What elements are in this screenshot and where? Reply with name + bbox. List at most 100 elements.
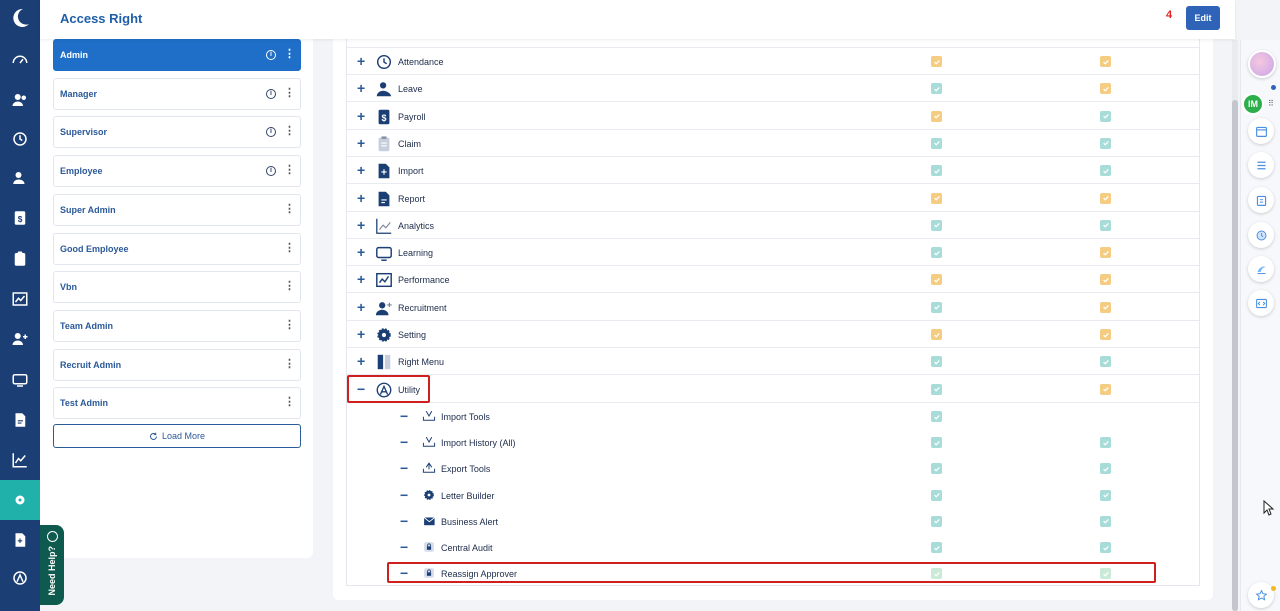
edit-checkbox[interactable] — [1100, 515, 1111, 527]
import-icon[interactable] — [8, 528, 32, 552]
edit-checkbox[interactable] — [1100, 463, 1111, 475]
view-checkbox[interactable] — [931, 137, 942, 149]
edit-checkbox[interactable] — [1100, 356, 1111, 368]
clock-icon[interactable] — [1248, 222, 1274, 248]
view-checkbox[interactable] — [931, 437, 942, 449]
code-icon[interactable] — [1248, 290, 1274, 316]
view-checkbox[interactable] — [931, 542, 942, 553]
view-checkbox[interactable] — [931, 489, 942, 501]
edit-checkbox[interactable] — [1100, 247, 1111, 259]
more-options-icon[interactable]: ⋮ — [284, 279, 295, 292]
collapse-icon[interactable]: − — [400, 514, 408, 528]
more-options-icon[interactable]: ⋮ — [284, 163, 295, 176]
expand-icon[interactable]: + — [357, 327, 365, 341]
edit-checkbox[interactable] — [1100, 437, 1111, 449]
role-item[interactable]: Test Admin ⋮ — [53, 387, 301, 420]
collapse-icon[interactable]: − — [400, 461, 408, 475]
analytics-icon[interactable] — [8, 448, 32, 472]
collapse-icon[interactable]: − — [357, 382, 365, 396]
expand-icon[interactable]: + — [357, 136, 365, 150]
learning-icon[interactable] — [8, 368, 32, 392]
setting-icon[interactable] — [8, 488, 32, 512]
leave-icon[interactable] — [8, 166, 32, 190]
edit-checkbox[interactable] — [1100, 329, 1111, 340]
edit-checkbox[interactable] — [1100, 383, 1111, 395]
chart-icon[interactable] — [8, 287, 32, 311]
role-item[interactable]: Supervisor i ⋮ — [53, 116, 301, 149]
moon-logo-icon[interactable] — [8, 6, 32, 30]
expand-icon[interactable]: + — [357, 245, 365, 259]
people-icon[interactable] — [8, 88, 32, 112]
page-scrollbar[interactable] — [1232, 40, 1238, 611]
role-item[interactable]: Vbn ⋮ — [53, 271, 301, 304]
view-checkbox[interactable] — [931, 192, 942, 204]
more-options-icon[interactable]: ⋮ — [284, 86, 295, 99]
clipboard-icon[interactable] — [1248, 187, 1274, 213]
edit-checkbox[interactable] — [1100, 568, 1111, 580]
drag-handle-icon[interactable]: ⠿ — [1268, 99, 1274, 108]
more-options-icon[interactable]: ⋮ — [284, 202, 295, 215]
info-icon[interactable]: i — [266, 50, 276, 60]
edit-checkbox[interactable] — [1100, 219, 1111, 231]
more-options-icon[interactable]: ⋮ — [284, 395, 295, 408]
claim-icon[interactable] — [8, 247, 32, 271]
list-icon[interactable] — [1248, 152, 1274, 178]
info-icon[interactable]: i — [266, 166, 276, 177]
view-checkbox[interactable] — [931, 329, 942, 340]
view-checkbox[interactable] — [931, 56, 942, 67]
view-checkbox[interactable] — [931, 301, 942, 313]
load-more-button[interactable]: Load More — [53, 424, 301, 448]
notification-badge[interactable]: 4 — [1166, 9, 1172, 21]
role-item[interactable]: Super Admin ⋮ — [53, 193, 301, 226]
more-options-icon[interactable]: ⋮ — [284, 318, 295, 331]
collapse-icon[interactable]: − — [400, 566, 408, 580]
edit-checkbox[interactable] — [1100, 56, 1111, 67]
expand-icon[interactable]: + — [357, 109, 365, 123]
role-item[interactable]: Good Employee ⋮ — [53, 232, 301, 265]
dashboard-icon[interactable] — [8, 48, 32, 72]
expand-icon[interactable]: + — [357, 354, 365, 368]
view-checkbox[interactable] — [931, 568, 942, 580]
expand-icon[interactable]: + — [357, 218, 365, 232]
expand-icon[interactable]: + — [357, 54, 365, 68]
im-chat-button[interactable]: IM — [1242, 93, 1264, 115]
avatar[interactable] — [1248, 50, 1276, 78]
utility-icon[interactable] — [8, 566, 32, 590]
role-item[interactable]: Recruit Admin ⋮ — [53, 348, 301, 381]
role-item[interactable]: Manager i ⋮ — [53, 77, 301, 110]
collapse-icon[interactable]: − — [400, 435, 408, 449]
more-options-icon[interactable]: ⋮ — [284, 124, 295, 137]
clock-icon[interactable] — [8, 127, 32, 151]
view-checkbox[interactable] — [931, 165, 942, 177]
more-options-icon[interactable]: ⋮ — [284, 241, 295, 254]
role-item[interactable]: Employee i ⋮ — [53, 155, 301, 188]
view-checkbox[interactable] — [931, 110, 942, 122]
star-icon[interactable] — [1248, 582, 1274, 608]
expand-icon[interactable]: + — [357, 191, 365, 205]
collapse-icon[interactable]: − — [400, 409, 408, 423]
edit-checkbox[interactable] — [1100, 137, 1111, 149]
edit-checkbox[interactable] — [1100, 489, 1111, 501]
edit-checkbox[interactable] — [1100, 301, 1111, 313]
expand-icon[interactable]: + — [357, 300, 365, 314]
role-item[interactable]: Team Admin ⋮ — [53, 309, 301, 342]
view-checkbox[interactable] — [931, 247, 942, 259]
expand-icon[interactable]: + — [357, 81, 365, 95]
edit-checkbox[interactable] — [1100, 110, 1111, 122]
expand-icon[interactable]: + — [357, 272, 365, 286]
edit-checkbox[interactable] — [1100, 192, 1111, 204]
view-checkbox[interactable] — [931, 356, 942, 368]
calendar-icon[interactable] — [1248, 118, 1274, 144]
view-checkbox[interactable] — [931, 83, 942, 95]
view-checkbox[interactable] — [931, 411, 942, 422]
info-icon[interactable]: i — [266, 88, 276, 99]
role-item[interactable]: Admin i ⋮ — [53, 39, 301, 71]
feedback-icon[interactable] — [1248, 256, 1274, 282]
info-icon[interactable]: i — [266, 127, 276, 138]
edit-button[interactable]: Edit — [1186, 6, 1220, 30]
add-user-icon[interactable] — [8, 327, 32, 351]
more-options-icon[interactable]: ⋮ — [284, 47, 295, 60]
view-checkbox[interactable] — [931, 383, 942, 395]
view-checkbox[interactable] — [931, 274, 942, 286]
expand-icon[interactable]: + — [357, 163, 365, 177]
